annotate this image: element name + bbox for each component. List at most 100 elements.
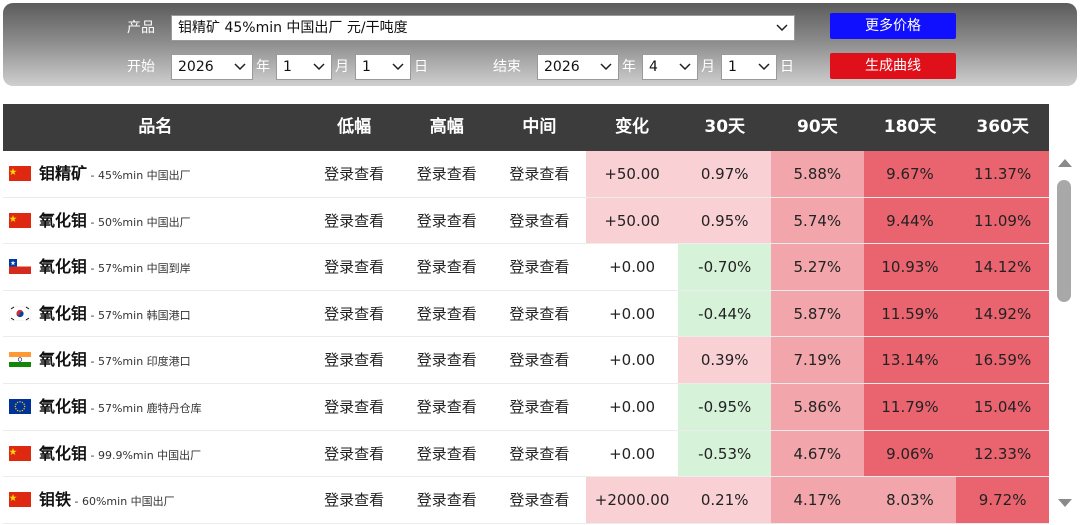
low-price-cell[interactable]: 登录查看 bbox=[308, 431, 401, 477]
end-month-select[interactable]: 4 bbox=[642, 54, 698, 80]
more-prices-button[interactable]: 更多价格 bbox=[830, 13, 956, 39]
change-180d-cell: 9.44% bbox=[863, 197, 957, 244]
product-name[interactable]: 氧化钼 bbox=[39, 211, 87, 230]
table-row[interactable]: 钼铁 - 60%min 中国出厂 登录查看 登录查看 登录查看 +2000.00 0.21… bbox=[3, 477, 1049, 524]
start-day-select[interactable]: 1 bbox=[355, 54, 411, 80]
low-price-cell[interactable]: 登录查看 bbox=[308, 337, 401, 383]
high-price-cell[interactable]: 登录查看 bbox=[400, 477, 493, 523]
product-name-cell: 钼铁 - 60%min 中国出厂 bbox=[3, 477, 308, 523]
product-spec: - 57%min 鹿特丹仓库 bbox=[87, 401, 202, 415]
change-90d-cell: 5.74% bbox=[771, 197, 864, 244]
product-name[interactable]: 氧化钼 bbox=[39, 257, 87, 276]
col-header-change[interactable]: 变化 bbox=[586, 104, 679, 151]
low-price-cell[interactable]: 登录查看 bbox=[308, 477, 401, 523]
product-name[interactable]: 钼铁 bbox=[39, 490, 71, 509]
change-cell: +0.00 bbox=[585, 337, 679, 383]
mid-price-cell[interactable]: 登录查看 bbox=[493, 384, 586, 430]
scroll-up-icon[interactable] bbox=[1057, 158, 1073, 168]
chevron-down-icon bbox=[679, 63, 691, 70]
product-spec: - 57%min 中国到岸 bbox=[87, 262, 191, 276]
table-header: 品名 低幅 高幅 中间 变化 30天 90天 180天 360天 bbox=[3, 104, 1049, 151]
start-year-select[interactable]: 2026 bbox=[171, 54, 253, 80]
product-name[interactable]: 氧化钼 bbox=[39, 350, 87, 369]
table-row[interactable]: 氧化钼 - 50%min 中国出厂 登录查看 登录查看 登录查看 +50.00 0.95%… bbox=[3, 197, 1049, 245]
change-90d-cell: 4.17% bbox=[771, 477, 864, 523]
table-row[interactable]: 钼精矿 - 45%min 中国出厂 登录查看 登录查看 登录查看 +50.00 0.97%… bbox=[3, 151, 1049, 198]
table-row[interactable]: 氧化钼 - 57%min 韩国港口 登录查看 登录查看 登录查看 +0.00 -0.44%… bbox=[3, 290, 1049, 338]
product-name-cell: 氧化钼 - 50%min 中国出厂 bbox=[3, 198, 308, 244]
col-header-30d[interactable]: 30天 bbox=[678, 104, 771, 151]
product-name[interactable]: 氧化钼 bbox=[39, 304, 87, 323]
mid-price-cell[interactable]: 登录查看 bbox=[493, 151, 586, 197]
chevron-down-icon bbox=[776, 24, 788, 31]
col-header-low[interactable]: 低幅 bbox=[308, 104, 401, 151]
col-header-180d[interactable]: 180天 bbox=[864, 104, 957, 151]
end-day-unit: 日 bbox=[780, 59, 794, 75]
product-select[interactable]: 钼精矿 45%min 中国出厂 元/干吨度 bbox=[171, 15, 795, 41]
mid-price-cell[interactable]: 登录查看 bbox=[493, 244, 586, 290]
mid-price-cell[interactable]: 登录查看 bbox=[493, 477, 586, 523]
table-row[interactable]: 氧化钼 - 57%min 中国到岸 登录查看 登录查看 登录查看 +0.00 -0.70%… bbox=[3, 244, 1049, 291]
mid-price-cell[interactable]: 登录查看 bbox=[493, 291, 586, 337]
mid-price-cell[interactable]: 登录查看 bbox=[493, 431, 586, 477]
low-price-cell[interactable]: 登录查看 bbox=[308, 151, 401, 197]
high-price-cell[interactable]: 登录查看 bbox=[400, 291, 493, 337]
generate-curve-button[interactable]: 生成曲线 bbox=[830, 53, 956, 79]
change-180d-cell: 10.93% bbox=[863, 244, 957, 290]
high-price-cell[interactable]: 登录查看 bbox=[400, 198, 493, 244]
change-cell: +0.00 bbox=[585, 430, 679, 477]
end-month-unit: 月 bbox=[701, 59, 715, 75]
start-label: 开始 bbox=[127, 59, 155, 75]
product-name[interactable]: 氧化钼 bbox=[39, 397, 87, 416]
start-month-select[interactable]: 1 bbox=[276, 54, 332, 80]
end-month-value: 4 bbox=[649, 59, 658, 75]
change-180d-cell: 9.06% bbox=[863, 430, 957, 477]
cn-flag-icon bbox=[9, 212, 31, 228]
col-header-360d[interactable]: 360天 bbox=[956, 104, 1049, 151]
product-name[interactable]: 氧化钼 bbox=[39, 444, 87, 463]
end-day-value: 1 bbox=[728, 59, 737, 75]
change-180d-cell: 9.67% bbox=[863, 151, 957, 197]
high-price-cell[interactable]: 登录查看 bbox=[400, 337, 493, 383]
end-year-select[interactable]: 2026 bbox=[537, 54, 619, 80]
mid-price-cell[interactable]: 登录查看 bbox=[493, 337, 586, 383]
low-price-cell[interactable]: 登录查看 bbox=[308, 291, 401, 337]
product-spec: - 45%min 中国出厂 bbox=[87, 169, 191, 182]
scroll-down-icon[interactable] bbox=[1057, 498, 1073, 508]
high-price-cell[interactable]: 登录查看 bbox=[400, 151, 493, 197]
change-360d-cell: 14.92% bbox=[956, 290, 1049, 337]
in-flag-icon bbox=[9, 352, 31, 368]
start-day-unit: 日 bbox=[414, 59, 428, 75]
table-row[interactable]: 氧化钼 - 57%min 鹿特丹仓库 登录查看 登录查看 登录查看 +0.00 -0.95… bbox=[3, 383, 1049, 431]
change-90d-cell: 5.87% bbox=[771, 290, 864, 337]
cn-flag-icon bbox=[9, 445, 31, 461]
low-price-cell[interactable]: 登录查看 bbox=[308, 198, 401, 244]
col-header-name[interactable]: 品名 bbox=[3, 104, 308, 151]
col-header-mid[interactable]: 中间 bbox=[493, 104, 586, 151]
price-table: 品名 低幅 高幅 中间 变化 30天 90天 180天 360天 钼精矿 - 4… bbox=[3, 104, 1049, 524]
product-name[interactable]: 钼精矿 bbox=[39, 164, 87, 183]
col-header-high[interactable]: 高幅 bbox=[400, 104, 493, 151]
table-row[interactable]: 氧化钼 - 57%min 印度港口 登录查看 登录查看 登录查看 +0.00 0.39% 7… bbox=[3, 337, 1049, 384]
change-30d-cell: 0.95% bbox=[678, 197, 772, 244]
high-price-cell[interactable]: 登录查看 bbox=[400, 384, 493, 430]
product-spec: - 99.9%min 中国出厂 bbox=[87, 448, 202, 462]
scrollbar-thumb[interactable] bbox=[1057, 180, 1071, 302]
product-name-cell: 氧化钼 - 57%min 印度港口 bbox=[3, 337, 308, 383]
table-scrollbar[interactable] bbox=[1052, 152, 1078, 522]
table-row[interactable]: 氧化钼 - 99.9%min 中国出厂 登录查看 登录查看 登录查看 +0.00 -0.5… bbox=[3, 430, 1049, 478]
low-price-cell[interactable]: 登录查看 bbox=[308, 244, 401, 290]
change-30d-cell: -0.95% bbox=[678, 383, 772, 430]
end-day-select[interactable]: 1 bbox=[721, 54, 777, 80]
chevron-down-icon bbox=[600, 63, 612, 70]
high-price-cell[interactable]: 登录查看 bbox=[400, 431, 493, 477]
mid-price-cell[interactable]: 登录查看 bbox=[493, 198, 586, 244]
change-180d-cell: 11.79% bbox=[863, 383, 957, 430]
low-price-cell[interactable]: 登录查看 bbox=[308, 384, 401, 430]
kr-flag-icon bbox=[9, 305, 31, 321]
high-price-cell[interactable]: 登录查看 bbox=[400, 244, 493, 290]
end-label: 结束 bbox=[493, 59, 521, 75]
change-90d-cell: 5.27% bbox=[771, 244, 864, 290]
product-name-cell: 钼精矿 - 45%min 中国出厂 bbox=[3, 151, 308, 197]
col-header-90d[interactable]: 90天 bbox=[771, 104, 864, 151]
